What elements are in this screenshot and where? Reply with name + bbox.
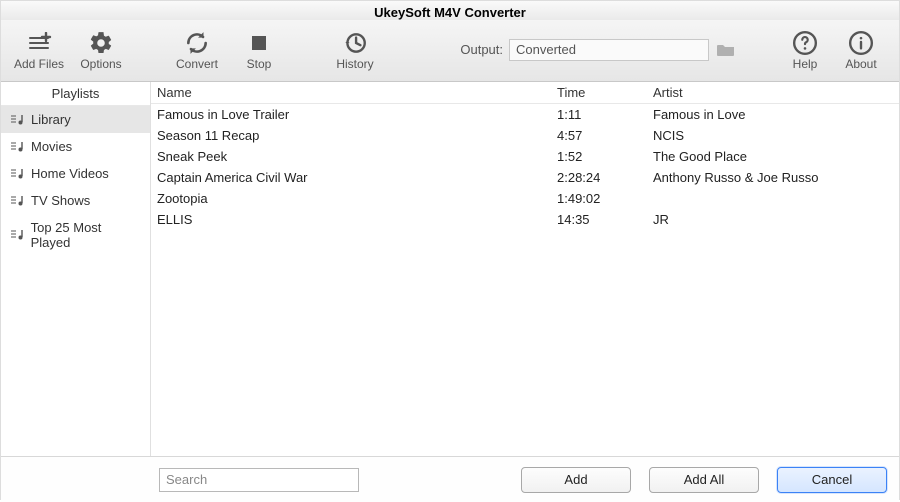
cell-time: 1:52 [557,149,653,164]
refresh-icon [184,29,210,57]
sidebar-header: Playlists [1,82,150,106]
col-artist-header[interactable]: Artist [653,85,893,100]
table-row[interactable]: ELLIS14:35JR [151,209,899,230]
history-label: History [336,57,373,71]
cell-time: 1:11 [557,107,653,122]
cell-time: 4:57 [557,128,653,143]
sidebar: Playlists Library Movies Home Videos TV Sho… [1,82,151,456]
playlist-icon [9,140,25,154]
table-row[interactable]: Season 11 Recap4:57NCIS [151,125,899,146]
footer: Search Add Add All Cancel [1,456,899,502]
about-button[interactable]: About [833,24,889,76]
gear-icon [88,29,114,57]
output-group: Output: Converted [460,39,737,61]
sidebar-item-label: Movies [31,139,72,154]
folder-icon [717,43,735,57]
stop-label: Stop [247,57,272,71]
info-icon [848,29,874,57]
help-button[interactable]: Help [777,24,833,76]
table-row[interactable]: Famous in Love Trailer1:11Famous in Love [151,104,899,125]
cell-artist: The Good Place [653,149,893,164]
cell-artist: NCIS [653,128,893,143]
cell-name: Zootopia [157,191,557,206]
sidebar-item-label: TV Shows [31,193,90,208]
col-time-header[interactable]: Time [557,85,653,100]
cancel-button[interactable]: Cancel [777,467,887,493]
cell-artist: Famous in Love [653,107,893,122]
playlist-icon [9,167,25,181]
options-label: Options [80,57,121,71]
convert-button[interactable]: Convert [169,24,225,76]
col-name-header[interactable]: Name [157,85,557,100]
add-files-label: Add Files [14,57,64,71]
stop-button[interactable]: Stop [231,24,287,76]
sidebar-item-top-25-most-played[interactable]: Top 25 Most Played [1,214,150,256]
stop-icon [249,29,269,57]
playlist-icon [9,113,25,127]
cell-artist: JR [653,212,893,227]
cell-name: Sneak Peek [157,149,557,164]
playlist-icon [9,194,25,208]
sidebar-item-movies[interactable]: Movies [1,133,150,160]
table-header: Name Time Artist [151,82,899,104]
add-all-button[interactable]: Add All [649,467,759,493]
sidebar-item-home-videos[interactable]: Home Videos [1,160,150,187]
help-label: Help [793,57,818,71]
sidebar-item-label: Library [31,112,71,127]
cell-name: Famous in Love Trailer [157,107,557,122]
cell-time: 2:28:24 [557,170,653,185]
window-title: UkeySoft M4V Converter [1,1,899,20]
about-label: About [845,57,876,71]
output-label: Output: [460,42,503,57]
table-row[interactable]: Captain America Civil War2:28:24Anthony … [151,167,899,188]
sidebar-item-library[interactable]: Library [1,106,150,133]
cell-time: 14:35 [557,212,653,227]
toolbar: Add Files Options Convert Stop History O… [1,20,899,82]
content-area: Name Time Artist Famous in Love Trailer1… [151,82,899,456]
history-icon [342,29,368,57]
add-files-icon [26,29,52,57]
output-path-field[interactable]: Converted [509,39,709,61]
convert-label: Convert [176,57,218,71]
sidebar-item-label: Home Videos [31,166,109,181]
cell-name: Season 11 Recap [157,128,557,143]
search-input[interactable]: Search [159,468,359,492]
cell-name: Captain America Civil War [157,170,557,185]
options-button[interactable]: Options [73,24,129,76]
cell-time: 1:49:02 [557,191,653,206]
browse-folder-button[interactable] [715,39,737,61]
table-row[interactable]: Sneak Peek1:52The Good Place [151,146,899,167]
file-table: Name Time Artist Famous in Love Trailer1… [151,82,899,456]
cell-artist: Anthony Russo & Joe Russo [653,170,893,185]
playlist-icon [9,228,25,242]
history-button[interactable]: History [327,24,383,76]
cell-artist [653,191,893,206]
add-button[interactable]: Add [521,467,631,493]
add-files-button[interactable]: Add Files [11,24,67,76]
table-row[interactable]: Zootopia1:49:02 [151,188,899,209]
sidebar-item-tv-shows[interactable]: TV Shows [1,187,150,214]
sidebar-item-label: Top 25 Most Played [31,220,142,250]
help-icon [792,29,818,57]
cell-name: ELLIS [157,212,557,227]
